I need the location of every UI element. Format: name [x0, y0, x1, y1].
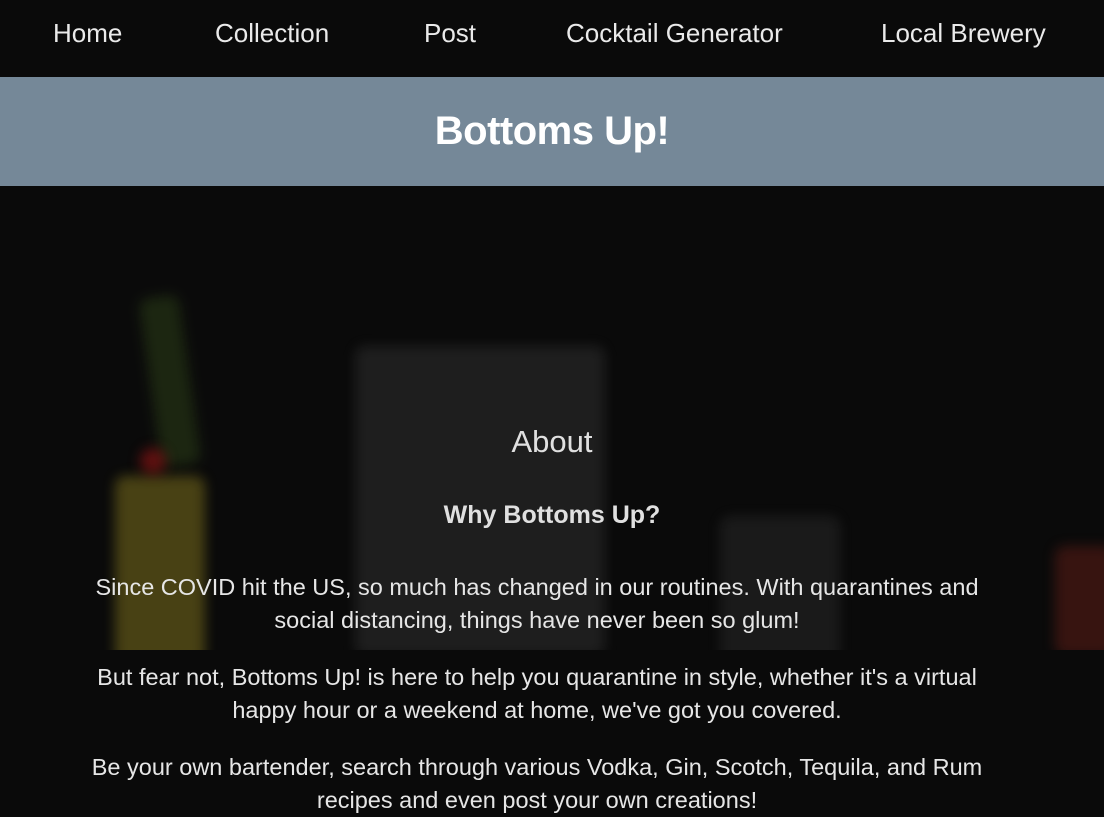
about-paragraph: Be your own bartender, search through va… — [91, 754, 983, 813]
about-paragraph: But fear not, Bottoms Up! is here to hel… — [97, 664, 977, 723]
nav-home[interactable]: Home — [53, 18, 122, 49]
about-heading: About — [511, 424, 593, 459]
nav-local-brewery[interactable]: Local Brewery — [881, 18, 1046, 49]
nav-post[interactable]: Post — [424, 18, 476, 49]
about-paragraph: Since COVID hit the US, so much has chan… — [95, 574, 979, 633]
nav-collection[interactable]: Collection — [215, 18, 329, 49]
nav-cocktail-generator[interactable]: Cocktail Generator — [566, 18, 783, 49]
about-subheading: Why Bottoms Up? — [443, 501, 661, 529]
top-nav: Home Collection Post Cocktail Generator … — [0, 0, 1104, 77]
site-banner: Bottoms Up! — [0, 77, 1104, 186]
site-title: Bottoms Up! — [434, 109, 670, 153]
